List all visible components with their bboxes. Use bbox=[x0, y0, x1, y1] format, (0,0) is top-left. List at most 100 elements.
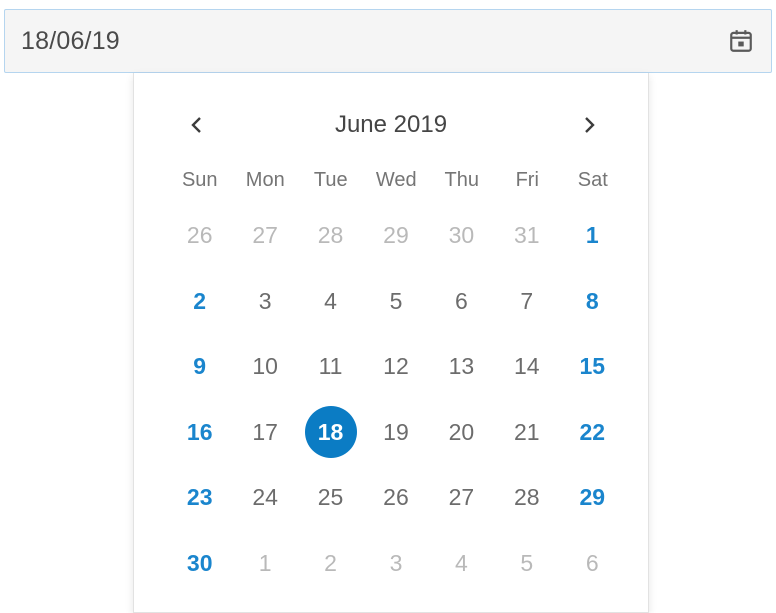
day-cell[interactable]: 29 bbox=[363, 203, 428, 269]
day-number: 6 bbox=[585, 549, 599, 576]
day-number: 5 bbox=[520, 549, 534, 576]
day-number: 4 bbox=[454, 549, 468, 576]
weekday-row: Sun Mon Tue Wed Thu Fri Sat bbox=[167, 169, 626, 192]
day-cell[interactable]: 4 bbox=[429, 531, 494, 597]
day-cell[interactable]: 11 bbox=[298, 334, 363, 400]
day-cell[interactable]: 10 bbox=[232, 334, 297, 400]
day-cell[interactable]: 15 bbox=[560, 334, 625, 400]
day-cell[interactable]: 29 bbox=[560, 465, 625, 531]
day-cell[interactable]: 14 bbox=[494, 334, 559, 400]
day-cell[interactable]: 27 bbox=[232, 203, 297, 269]
weekday-fri: Fri bbox=[515, 169, 539, 191]
day-number: 27 bbox=[448, 484, 475, 511]
day-cell[interactable]: 16 bbox=[167, 400, 232, 466]
day-cell[interactable]: 6 bbox=[429, 269, 494, 335]
day-cell[interactable]: 5 bbox=[363, 269, 428, 335]
day-number: 13 bbox=[448, 353, 475, 380]
day-cell[interactable]: 3 bbox=[363, 531, 428, 597]
day-cell[interactable]: 21 bbox=[494, 400, 559, 466]
day-number: 20 bbox=[448, 418, 475, 445]
day-cell[interactable]: 28 bbox=[298, 203, 363, 269]
day-cell[interactable]: 2 bbox=[167, 269, 232, 335]
day-cell[interactable]: 2 bbox=[298, 531, 363, 597]
weekday-thu: Thu bbox=[444, 169, 479, 191]
day-cell[interactable]: 26 bbox=[167, 203, 232, 269]
day-cell[interactable]: 4 bbox=[298, 269, 363, 335]
day-number: 30 bbox=[186, 549, 213, 576]
day-cell[interactable]: 30 bbox=[167, 531, 232, 597]
day-number: 2 bbox=[193, 287, 207, 314]
day-cell[interactable]: 12 bbox=[363, 334, 428, 400]
day-number: 12 bbox=[383, 353, 409, 380]
day-number: 28 bbox=[514, 484, 540, 511]
day-number: 21 bbox=[514, 418, 540, 445]
day-number: 24 bbox=[252, 484, 278, 511]
calendar-header: June 2019 bbox=[134, 103, 648, 147]
week-row: 30 1 2 3 4 5 6 bbox=[167, 531, 625, 597]
day-cell[interactable]: 30 bbox=[429, 203, 494, 269]
day-cell[interactable]: 9 bbox=[167, 334, 232, 400]
day-cell[interactable]: 20 bbox=[429, 400, 494, 466]
week-row: 26 27 28 29 30 31 1 bbox=[167, 203, 625, 269]
weekday-tue: Tue bbox=[313, 169, 348, 191]
day-number: 16 bbox=[186, 418, 213, 445]
day-number: 9 bbox=[193, 353, 207, 380]
day-cell-selected[interactable]: 18 bbox=[298, 400, 363, 466]
weekday-sun: Sun bbox=[181, 169, 218, 191]
day-cell[interactable]: 31 bbox=[494, 203, 559, 269]
day-number: 25 bbox=[317, 484, 344, 511]
day-grid: 26 27 28 29 30 31 1 2 3 4 5 6 7 8 9 10 1… bbox=[167, 203, 625, 596]
day-cell[interactable]: 1 bbox=[560, 203, 625, 269]
day-number: 26 bbox=[383, 484, 409, 511]
day-number: 22 bbox=[579, 418, 606, 445]
week-row: 16 17 18 19 20 21 22 bbox=[167, 400, 625, 466]
weekday-mon: Mon bbox=[245, 169, 285, 191]
datepicker-page: 18/06/19 June 2019 Sun Mon Tue Wed Thu F… bbox=[0, 0, 776, 613]
day-cell[interactable]: 3 bbox=[232, 269, 297, 335]
day-number: 1 bbox=[258, 549, 272, 576]
day-cell[interactable]: 28 bbox=[494, 465, 559, 531]
day-number: 30 bbox=[448, 222, 475, 249]
week-row: 23 24 25 26 27 28 29 bbox=[167, 465, 625, 531]
day-cell[interactable]: 5 bbox=[494, 531, 559, 597]
day-cell[interactable]: 7 bbox=[494, 269, 559, 335]
day-number: 23 bbox=[186, 484, 213, 511]
weekday-wed: Wed bbox=[375, 169, 417, 191]
day-number: 15 bbox=[579, 353, 606, 380]
day-cell[interactable]: 22 bbox=[560, 400, 625, 466]
day-number: 11 bbox=[318, 353, 343, 380]
day-cell[interactable]: 25 bbox=[298, 465, 363, 531]
day-number: 3 bbox=[258, 287, 272, 314]
day-number: 8 bbox=[585, 287, 599, 314]
day-number: 17 bbox=[252, 418, 278, 445]
week-row: 2 3 4 5 6 7 8 bbox=[167, 269, 625, 335]
day-number: 7 bbox=[520, 287, 534, 314]
day-cell[interactable]: 27 bbox=[429, 465, 494, 531]
day-cell[interactable]: 17 bbox=[232, 400, 297, 466]
week-row: 9 10 11 12 13 14 15 bbox=[167, 334, 625, 400]
day-cell[interactable]: 6 bbox=[560, 531, 625, 597]
date-input-value[interactable]: 18/06/19 bbox=[5, 27, 719, 56]
day-number: 3 bbox=[389, 549, 403, 576]
day-number: 28 bbox=[317, 222, 344, 249]
day-cell[interactable]: 23 bbox=[167, 465, 232, 531]
date-input[interactable]: 18/06/19 bbox=[4, 9, 772, 73]
calendar-icon[interactable] bbox=[719, 19, 763, 63]
day-cell[interactable]: 1 bbox=[232, 531, 297, 597]
day-cell[interactable]: 24 bbox=[232, 465, 297, 531]
day-number: 27 bbox=[252, 222, 278, 249]
chevron-left-icon[interactable] bbox=[175, 103, 219, 147]
day-cell[interactable]: 8 bbox=[560, 269, 625, 335]
day-number: 10 bbox=[252, 353, 278, 380]
day-cell[interactable]: 26 bbox=[363, 465, 428, 531]
day-cell[interactable]: 19 bbox=[363, 400, 428, 466]
day-number: 26 bbox=[186, 222, 213, 249]
calendar-popup: June 2019 Sun Mon Tue Wed Thu Fri Sat 26… bbox=[133, 73, 649, 613]
day-number: 4 bbox=[324, 287, 337, 314]
day-number: 1 bbox=[585, 222, 599, 249]
day-number: 29 bbox=[579, 484, 606, 511]
day-number: 2 bbox=[324, 549, 337, 576]
day-number: 19 bbox=[383, 418, 409, 445]
day-cell[interactable]: 13 bbox=[429, 334, 494, 400]
chevron-right-icon[interactable] bbox=[567, 103, 611, 147]
